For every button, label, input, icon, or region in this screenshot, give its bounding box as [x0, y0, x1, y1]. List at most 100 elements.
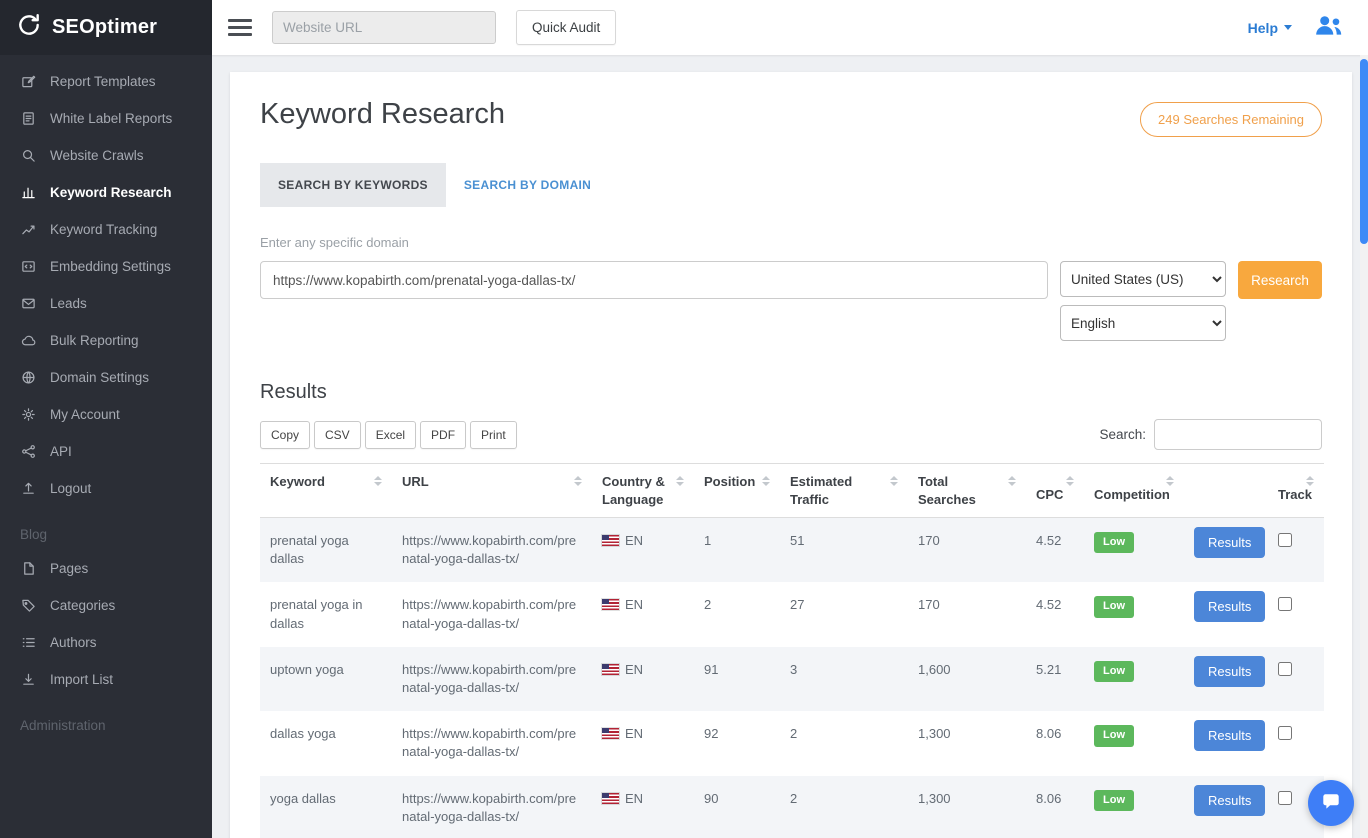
sidebar-item-bulk-reporting[interactable]: Bulk Reporting [0, 322, 212, 359]
caret-down-icon [1284, 25, 1292, 30]
track-checkbox[interactable] [1278, 533, 1292, 547]
copy-button[interactable]: Copy [260, 421, 310, 449]
results-button[interactable]: Results [1194, 527, 1265, 558]
keyword-cell: uptown yoga [260, 647, 392, 711]
column-header-keyword[interactable]: Keyword [260, 464, 392, 518]
sort-icon[interactable] [1306, 476, 1314, 486]
column-header-total-searches[interactable]: Total Searches [908, 464, 1026, 518]
keyword-cell: prenatal yoga dallas [260, 518, 392, 583]
track-checkbox[interactable] [1278, 662, 1292, 676]
brand-logo[interactable]: SEOptimer [0, 0, 212, 55]
sidebar-item-embedding-settings[interactable]: Embedding Settings [0, 248, 212, 285]
track-checkbox[interactable] [1278, 791, 1292, 805]
chat-bubble-icon [1320, 791, 1342, 816]
pdf-button[interactable]: PDF [420, 421, 466, 449]
url-cell: https://www.kopabirth.com/prenatal-yoga-… [392, 711, 592, 775]
sidebar-item-website-crawls[interactable]: Website Crawls [0, 137, 212, 174]
results-button[interactable]: Results [1194, 720, 1265, 751]
sidebar-item-report-templates[interactable]: Report Templates [0, 63, 212, 100]
column-header-url[interactable]: URL [392, 464, 592, 518]
column-header-actions [1184, 464, 1268, 518]
sidebar-item-label: Pages [50, 561, 88, 576]
competition-cell: Low [1084, 518, 1184, 583]
column-header-estimated-traffic[interactable]: Estimated Traffic [780, 464, 908, 518]
research-button[interactable]: Research [1238, 261, 1322, 299]
sidebar-item-import-list[interactable]: Import List [0, 661, 212, 698]
table-row: yoga dallashttps://www.kopabirth.com/pre… [260, 776, 1324, 838]
country-language-cell: EN [592, 518, 694, 583]
total-searches-cell: 1,300 [908, 776, 1026, 838]
page-scrollbar[interactable] [1360, 55, 1368, 838]
competition-badge: Low [1094, 596, 1134, 617]
sort-icon[interactable] [374, 476, 382, 486]
table-search-input[interactable] [1154, 419, 1322, 450]
quick-audit-button[interactable]: Quick Audit [516, 10, 616, 45]
sidebar-item-leads[interactable]: Leads [0, 285, 212, 322]
results-table-body: prenatal yoga dallashttps://www.kopabirt… [260, 518, 1324, 838]
results-button[interactable]: Results [1194, 785, 1265, 816]
chat-widget-button[interactable] [1308, 780, 1354, 826]
sort-icon[interactable] [1066, 476, 1074, 486]
sort-icon[interactable] [574, 476, 582, 486]
sidebar-item-keyword-tracking[interactable]: Keyword Tracking [0, 211, 212, 248]
account-users-icon[interactable] [1314, 13, 1344, 42]
excel-button[interactable]: Excel [365, 421, 416, 449]
sort-icon[interactable] [1008, 476, 1016, 486]
track-checkbox[interactable] [1278, 726, 1292, 740]
sidebar-item-domain-settings[interactable]: Domain Settings [0, 359, 212, 396]
results-button[interactable]: Results [1194, 656, 1265, 687]
website-crawls-icon [20, 148, 36, 163]
sidebar-item-white-label-reports[interactable]: White Label Reports [0, 100, 212, 137]
column-header-country-language[interactable]: Country & Language [592, 464, 694, 518]
country-select[interactable]: United States (US) [1060, 261, 1226, 297]
column-header-competition[interactable]: Competition [1084, 464, 1184, 518]
scrollbar-thumb[interactable] [1360, 59, 1368, 244]
sidebar-item-authors[interactable]: Authors [0, 624, 212, 661]
help-label: Help [1248, 20, 1278, 36]
sort-icon[interactable] [676, 476, 684, 486]
embedding-settings-icon [20, 259, 36, 274]
language-select[interactable]: English [1060, 305, 1226, 341]
sidebar-item-label: White Label Reports [50, 111, 172, 126]
sidebar-item-label: API [50, 444, 72, 459]
results-action-cell: Results [1184, 647, 1268, 711]
track-cell [1268, 582, 1324, 646]
sort-icon[interactable] [1166, 476, 1174, 486]
country-language-cell: EN [592, 776, 694, 838]
sort-icon[interactable] [890, 476, 898, 486]
column-header-position[interactable]: Position [694, 464, 780, 518]
sidebar-item-my-account[interactable]: My Account [0, 396, 212, 433]
position-cell: 91 [694, 647, 780, 711]
sort-icon[interactable] [762, 476, 770, 486]
sidebar-item-keyword-research[interactable]: Keyword Research [0, 174, 212, 211]
csv-button[interactable]: CSV [314, 421, 361, 449]
seoptimer-logo-icon [16, 12, 42, 43]
position-cell: 1 [694, 518, 780, 583]
url-cell: https://www.kopabirth.com/prenatal-yoga-… [392, 647, 592, 711]
total-searches-cell: 1,600 [908, 647, 1026, 711]
report-templates-icon [20, 74, 36, 89]
column-label: Competition [1094, 487, 1170, 502]
keyword-cell: dallas yoga [260, 711, 392, 775]
sidebar-item-pages[interactable]: Pages [0, 550, 212, 587]
keyword-cell: yoga dallas [260, 776, 392, 838]
sidebar-item-logout[interactable]: Logout [0, 470, 212, 507]
sidebar-item-categories[interactable]: Categories [0, 587, 212, 624]
results-button[interactable]: Results [1194, 591, 1265, 622]
hamburger-menu-icon[interactable] [228, 19, 252, 36]
sidebar-nav: Report Templates White Label Reports Websi… [0, 55, 212, 741]
us-flag-icon [602, 664, 619, 675]
domain-input[interactable] [260, 261, 1048, 299]
tab-search-by-domain[interactable]: SEARCH BY DOMAIN [446, 163, 609, 207]
help-menu[interactable]: Help [1248, 20, 1292, 36]
column-label: Country & Language [602, 474, 665, 507]
website-url-input[interactable] [272, 11, 496, 44]
sidebar-item-api[interactable]: API [0, 433, 212, 470]
print-button[interactable]: Print [470, 421, 517, 449]
results-action-cell: Results [1184, 711, 1268, 775]
column-header-cpc[interactable]: CPC [1026, 464, 1084, 518]
column-header-track[interactable]: Track [1268, 464, 1324, 518]
results-action-cell: Results [1184, 518, 1268, 583]
tab-search-by-keywords[interactable]: SEARCH BY KEYWORDS [260, 163, 446, 207]
track-checkbox[interactable] [1278, 597, 1292, 611]
